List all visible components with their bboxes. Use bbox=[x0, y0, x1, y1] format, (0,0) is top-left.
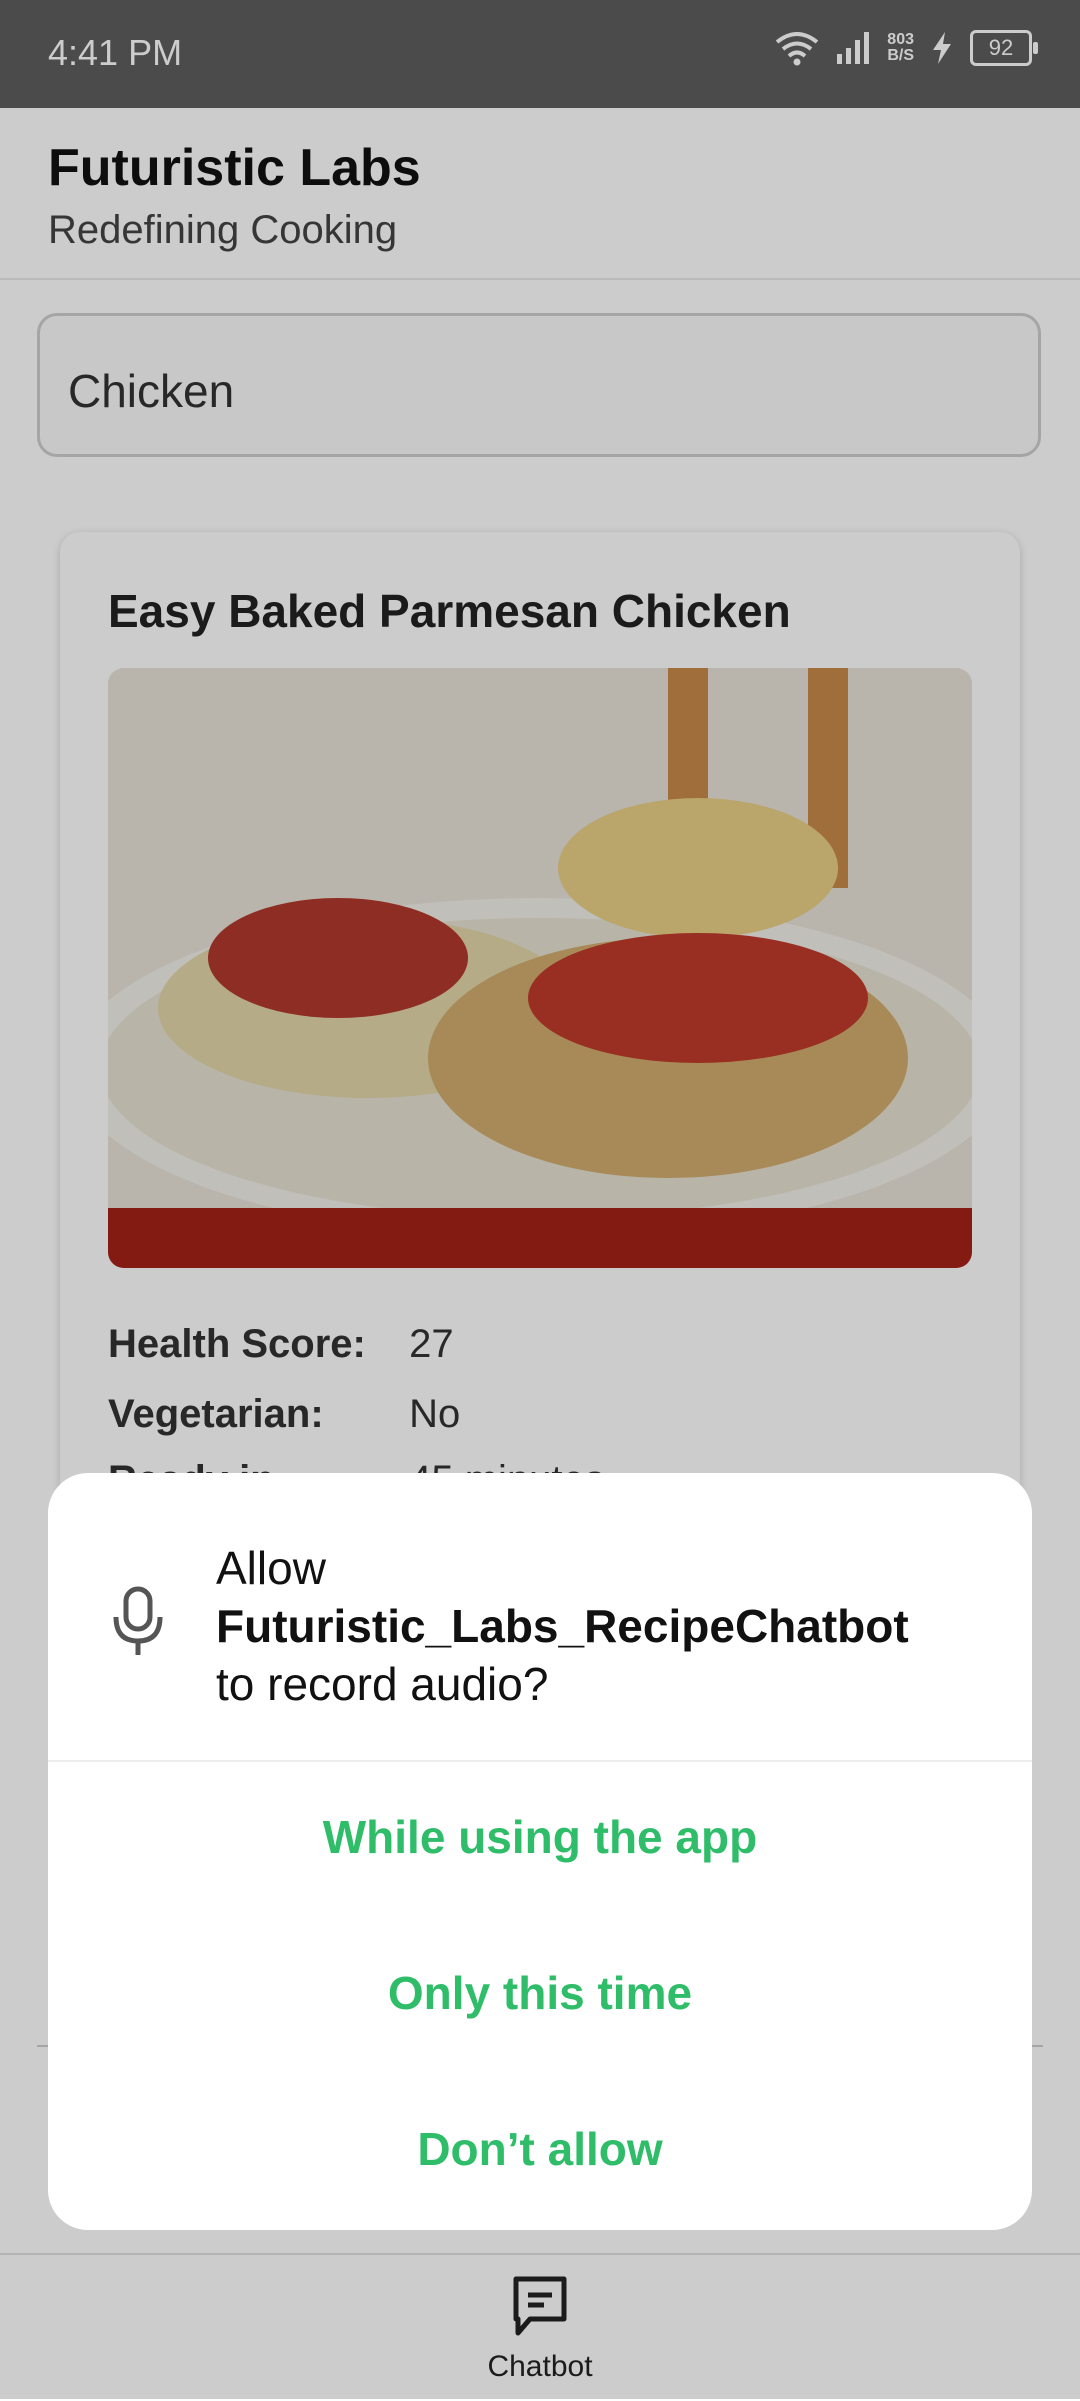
permission-app-name: Futuristic_Labs_RecipeChatbot bbox=[216, 1600, 909, 1652]
while-using-app-button[interactable]: While using the app bbox=[48, 1809, 1032, 1865]
dialog-divider bbox=[48, 1760, 1032, 1762]
permission-suffix: to record audio? bbox=[216, 1658, 549, 1710]
permission-prefix: Allow bbox=[216, 1542, 326, 1594]
only-this-time-button[interactable]: Only this time bbox=[48, 1965, 1032, 2021]
permission-dialog: Allow Futuristic_Labs_RecipeChatbot to r… bbox=[48, 1473, 1032, 2230]
microphone-icon bbox=[113, 1586, 163, 1655]
app-screen: 4:41 PM 803 B/S 92 Futuristic Labs Redef… bbox=[0, 0, 1080, 2401]
permission-message: Allow Futuristic_Labs_RecipeChatbot to r… bbox=[216, 1539, 996, 1713]
dont-allow-button[interactable]: Don’t allow bbox=[48, 2121, 1032, 2177]
